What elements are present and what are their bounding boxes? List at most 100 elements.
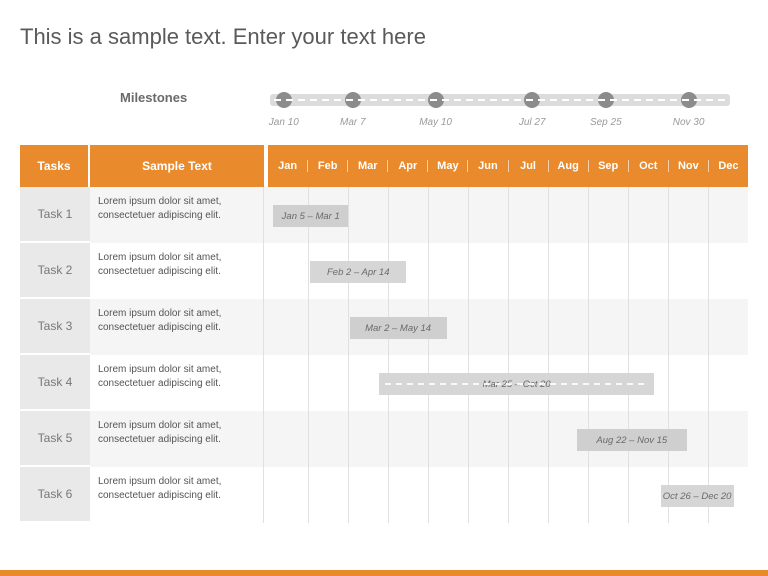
gridline [668, 299, 669, 355]
month-header: Jan [268, 160, 308, 172]
gridline [628, 187, 629, 243]
table-row: Task 6Lorem ipsum dolor sit amet, consec… [20, 467, 748, 523]
gridline [548, 187, 549, 243]
gridline [468, 187, 469, 243]
task-timeline: Feb 2 – Apr 14 [268, 243, 748, 299]
gridline [588, 467, 589, 523]
gridline [508, 299, 509, 355]
gridline [508, 411, 509, 467]
month-header: Dec [709, 160, 748, 172]
gridline [428, 187, 429, 243]
task-description: Lorem ipsum dolor sit amet, consectetuer… [90, 243, 268, 299]
gridline [628, 243, 629, 299]
gantt-chart: Tasks Sample Text JanFebMarAprMayJunJulA… [20, 145, 748, 523]
table-row: Task 1Lorem ipsum dolor sit amet, consec… [20, 187, 748, 243]
gridline [308, 355, 309, 411]
gridline [348, 355, 349, 411]
gridline [588, 243, 589, 299]
milestone-dot [276, 92, 292, 108]
task-description: Lorem ipsum dolor sit amet, consectetuer… [90, 355, 268, 411]
task-timeline: Oct 26 – Dec 20 [268, 467, 748, 523]
milestones-track: Jan 10Mar 7May 10Jul 27Sep 25Nov 30 [270, 94, 730, 106]
month-header: Jul [509, 160, 549, 172]
month-header: May [428, 160, 468, 172]
milestone-dot [524, 92, 540, 108]
gridline [388, 187, 389, 243]
task-timeline: Aug 22 – Nov 15 [268, 411, 748, 467]
task-description: Lorem ipsum dolor sit amet, consectetuer… [90, 411, 268, 467]
gridline [708, 355, 709, 411]
gridline [668, 355, 669, 411]
gridline [508, 187, 509, 243]
gridline [308, 243, 309, 299]
month-header: Mar [348, 160, 388, 172]
gridline [468, 467, 469, 523]
header-sample-text: Sample Text [90, 145, 268, 187]
milestone-dot [598, 92, 614, 108]
task-name: Task 6 [20, 467, 90, 523]
gantt-bar: Feb 2 – Apr 14 [310, 261, 406, 283]
month-header: Apr [388, 160, 428, 172]
gridline [468, 299, 469, 355]
table-row: Task 5Lorem ipsum dolor sit amet, consec… [20, 411, 748, 467]
gridline [548, 467, 549, 523]
gridline [508, 467, 509, 523]
month-header: Aug [549, 160, 589, 172]
gridline [468, 243, 469, 299]
task-timeline: Mar 2 – May 14 [268, 299, 748, 355]
header-months: JanFebMarAprMayJunJulAugSepOctNovDec [268, 145, 748, 187]
gantt-bar: Oct 26 – Dec 20 [661, 485, 734, 507]
table-row: Task 3Lorem ipsum dolor sit amet, consec… [20, 299, 748, 355]
month-header: Sep [589, 160, 629, 172]
milestone-label: Sep 25 [590, 117, 622, 128]
gridline [428, 411, 429, 467]
month-header: Oct [629, 160, 669, 172]
task-name: Task 1 [20, 187, 90, 243]
gridline [548, 299, 549, 355]
gantt-bar: Mar 2 – May 14 [350, 317, 447, 339]
milestone-dot [345, 92, 361, 108]
milestones-timeline: Milestones Jan 10Mar 7May 10Jul 27Sep 25… [120, 88, 730, 138]
gridline [388, 467, 389, 523]
gridline [668, 187, 669, 243]
task-name: Task 4 [20, 355, 90, 411]
gantt-bar: Mar 25 – Oct 20 [379, 373, 655, 395]
task-name: Task 5 [20, 411, 90, 467]
milestone-label: May 10 [419, 117, 452, 128]
task-timeline: Mar 25 – Oct 20 [268, 355, 748, 411]
gantt-body: Task 1Lorem ipsum dolor sit amet, consec… [20, 187, 748, 523]
footer-accent-bar [0, 570, 768, 576]
task-description: Lorem ipsum dolor sit amet, consectetuer… [90, 299, 268, 355]
task-name: Task 3 [20, 299, 90, 355]
table-header-row: Tasks Sample Text JanFebMarAprMayJunJulA… [20, 145, 748, 187]
gridline [348, 467, 349, 523]
gantt-bar: Jan 5 – Mar 1 [273, 205, 348, 227]
milestone-label: Jul 27 [519, 117, 546, 128]
gridline [588, 187, 589, 243]
gridline [308, 411, 309, 467]
month-header: Nov [669, 160, 709, 172]
milestone-label: Nov 30 [673, 117, 705, 128]
task-timeline: Jan 5 – Mar 1 [268, 187, 748, 243]
gridline [308, 467, 309, 523]
gridline [708, 299, 709, 355]
milestone-dot [681, 92, 697, 108]
page-title: This is a sample text. Enter your text h… [20, 24, 426, 50]
milestone-dot [428, 92, 444, 108]
gridline [308, 299, 309, 355]
milestone-label: Jan 10 [269, 117, 299, 128]
gridline [668, 243, 669, 299]
gridline [708, 187, 709, 243]
gridline [468, 411, 469, 467]
task-name: Task 2 [20, 243, 90, 299]
gridline [428, 243, 429, 299]
task-description: Lorem ipsum dolor sit amet, consectetuer… [90, 187, 268, 243]
gantt-bar: Aug 22 – Nov 15 [577, 429, 687, 451]
month-header: Feb [308, 160, 348, 172]
gridline [588, 299, 589, 355]
gridline [628, 299, 629, 355]
gridline [508, 243, 509, 299]
table-row: Task 4Lorem ipsum dolor sit amet, consec… [20, 355, 748, 411]
gridline [428, 467, 429, 523]
milestones-label: Milestones [120, 90, 187, 105]
